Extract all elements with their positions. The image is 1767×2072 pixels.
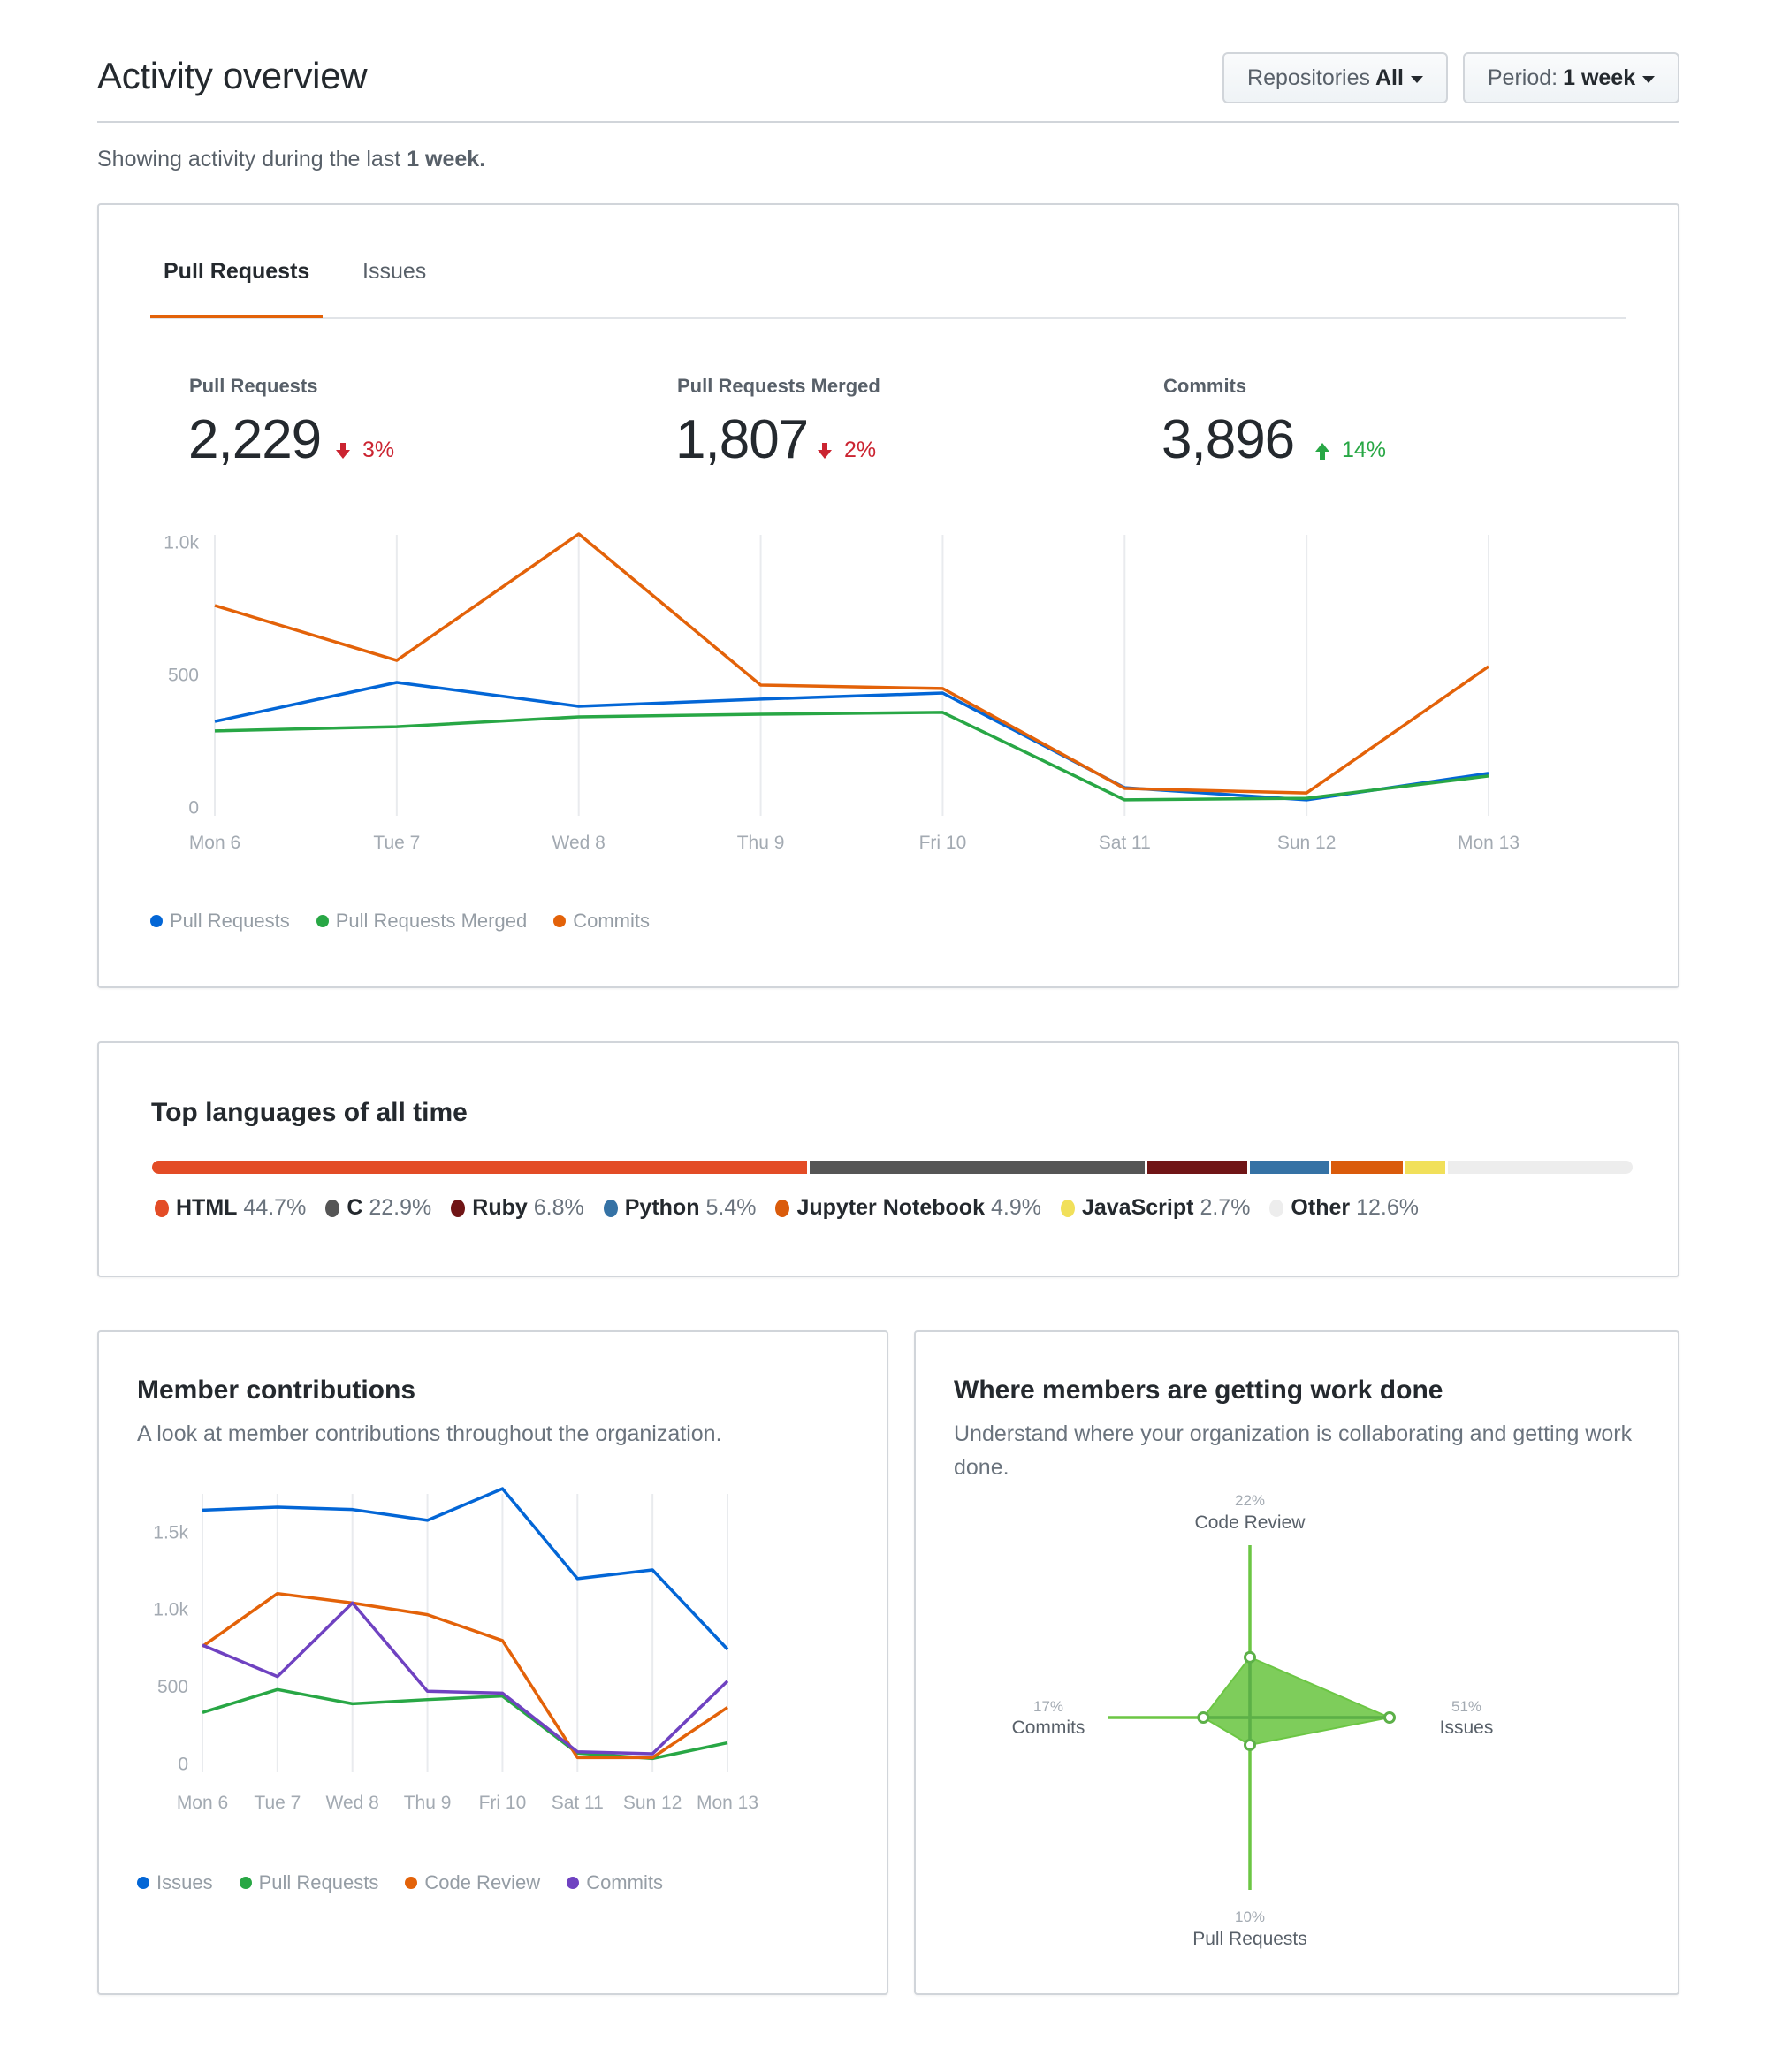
language-item-other: Other 12.6% bbox=[1269, 1195, 1419, 1221]
language-color-dot-icon bbox=[1060, 1199, 1075, 1217]
language-percent: 4.9% bbox=[990, 1195, 1041, 1220]
data-point-commits[interactable] bbox=[272, 1672, 283, 1682]
x-tick-label: Mon 6 bbox=[177, 1793, 228, 1813]
member-chart-legend: Issues Pull Requests Code Review Commits bbox=[137, 1871, 689, 1894]
data-point-code-review[interactable] bbox=[722, 1703, 733, 1713]
language-name: Other bbox=[1291, 1195, 1351, 1220]
legend-item-commits[interactable]: Commits bbox=[567, 1871, 663, 1894]
legend-label: Issues bbox=[156, 1871, 213, 1893]
language-segment-javascript bbox=[1405, 1161, 1446, 1174]
legend-label: Commits bbox=[586, 1871, 663, 1893]
language-percent: 2.7% bbox=[1200, 1195, 1251, 1220]
data-point-pull-requests[interactable] bbox=[722, 1738, 733, 1748]
data-point-pull-requests[interactable] bbox=[197, 1707, 208, 1718]
x-tick-label: Mon 13 bbox=[697, 1793, 758, 1813]
language-segment-jupyter-notebook bbox=[1331, 1161, 1404, 1174]
data-point-issues[interactable] bbox=[572, 1573, 583, 1584]
y-tick-label: 0 bbox=[178, 1754, 188, 1774]
series-line-pull-requests bbox=[202, 1687, 728, 1761]
radar-percent-commits: 17% bbox=[1033, 1698, 1063, 1715]
y-tick-label: 500 bbox=[157, 1677, 188, 1697]
radar-label-issues: Issues bbox=[1440, 1718, 1494, 1738]
radar-point-commits[interactable] bbox=[1197, 1711, 1210, 1724]
legend-dot-icon bbox=[405, 1877, 418, 1889]
legend-dot-icon bbox=[137, 1877, 149, 1889]
x-tick-label: Sun 12 bbox=[1277, 833, 1337, 853]
data-point-issues[interactable] bbox=[347, 1504, 358, 1515]
data-point-commits[interactable] bbox=[722, 1676, 733, 1687]
data-point-pull-requests[interactable] bbox=[272, 1684, 283, 1695]
work-done-radar-chart: 22% Code Review 51% Issues 10% Pull Requests 1… bbox=[1012, 1492, 1494, 1949]
data-point-commits[interactable] bbox=[647, 1748, 658, 1759]
data-point-commits[interactable] bbox=[1301, 788, 1312, 798]
x-tick-label: Sat 11 bbox=[1099, 833, 1151, 853]
data-point-pull-requests[interactable] bbox=[347, 1698, 358, 1709]
language-item-javascript: JavaScript 2.7% bbox=[1060, 1195, 1251, 1221]
language-segment-ruby bbox=[1147, 1161, 1247, 1174]
data-point-issues[interactable] bbox=[647, 1565, 658, 1575]
language-segment-python bbox=[1249, 1161, 1329, 1174]
legend-label: Pull Requests bbox=[258, 1871, 379, 1893]
language-percent: 12.6% bbox=[1356, 1195, 1419, 1220]
radar-area bbox=[1201, 1656, 1393, 1747]
x-tick-label: Fri 10 bbox=[479, 1793, 527, 1813]
data-point-commits[interactable] bbox=[937, 683, 948, 694]
radar-percent-pull-requests: 10% bbox=[1235, 1908, 1265, 1925]
member-contributions-chart: 0 500 1.0k 1.5k Mon 6 Tue 7 Wed 8 Thu 9 Fri 10 Sa… bbox=[153, 1483, 758, 1813]
data-point-commits[interactable] bbox=[572, 1747, 583, 1757]
data-point-issues[interactable] bbox=[722, 1644, 733, 1655]
data-point-pull-requests-merged[interactable] bbox=[1119, 795, 1130, 805]
legend-item-pull-requests[interactable]: Pull Requests bbox=[239, 1871, 379, 1894]
data-point-commits[interactable] bbox=[347, 1597, 358, 1608]
data-point-commits[interactable] bbox=[423, 1686, 433, 1696]
radar-label-code-review: Code Review bbox=[1195, 1512, 1306, 1533]
radar-point-code-review[interactable] bbox=[1244, 1650, 1256, 1664]
x-tick-label: Sun 12 bbox=[623, 1793, 682, 1813]
radar-percent-issues: 51% bbox=[1451, 1698, 1481, 1715]
legend-dot-icon bbox=[567, 1877, 580, 1889]
legend-item-issues[interactable]: Issues bbox=[137, 1871, 213, 1894]
data-point-issues[interactable] bbox=[272, 1502, 283, 1512]
radar-percent-code-review: 22% bbox=[1235, 1492, 1265, 1509]
x-tick-label: Mon 13 bbox=[1458, 833, 1519, 853]
y-tick-label: 1.0k bbox=[153, 1600, 188, 1620]
data-point-commits[interactable] bbox=[197, 1640, 208, 1650]
data-point-commits[interactable] bbox=[1119, 783, 1130, 794]
radar-point-pull-requests[interactable] bbox=[1244, 1738, 1256, 1751]
x-tick-label: Sat 11 bbox=[552, 1793, 604, 1813]
language-name: JavaScript bbox=[1081, 1195, 1194, 1220]
x-tick-label: Tue 7 bbox=[254, 1793, 301, 1813]
data-point-code-review[interactable] bbox=[272, 1588, 283, 1599]
data-point-issues[interactable] bbox=[197, 1504, 208, 1515]
x-tick-label: Fri 10 bbox=[919, 833, 967, 853]
radar-point-issues[interactable] bbox=[1383, 1711, 1396, 1724]
radar-label-commits: Commits bbox=[1012, 1718, 1085, 1738]
language-segment-other bbox=[1448, 1161, 1633, 1174]
data-point-pull-requests-merged[interactable] bbox=[937, 707, 948, 718]
legend-label: Code Review bbox=[424, 1871, 541, 1893]
data-point-pull-requests-merged[interactable] bbox=[1483, 771, 1494, 781]
language-color-dot-icon bbox=[1269, 1199, 1284, 1217]
data-point-commits[interactable] bbox=[497, 1687, 507, 1698]
x-tick-label: Thu 9 bbox=[404, 1793, 452, 1813]
legend-item-code-review[interactable]: Code Review bbox=[405, 1871, 540, 1894]
x-tick-label: Wed 8 bbox=[326, 1793, 379, 1813]
data-point-code-review[interactable] bbox=[497, 1635, 507, 1646]
data-point-code-review[interactable] bbox=[423, 1610, 433, 1620]
radar-label-pull-requests: Pull Requests bbox=[1192, 1929, 1307, 1949]
legend-dot-icon bbox=[239, 1877, 252, 1889]
data-point-commits[interactable] bbox=[1483, 661, 1494, 672]
data-point-issues[interactable] bbox=[423, 1515, 433, 1526]
y-tick-label: 1.5k bbox=[153, 1522, 188, 1543]
data-point-issues[interactable] bbox=[497, 1483, 507, 1494]
